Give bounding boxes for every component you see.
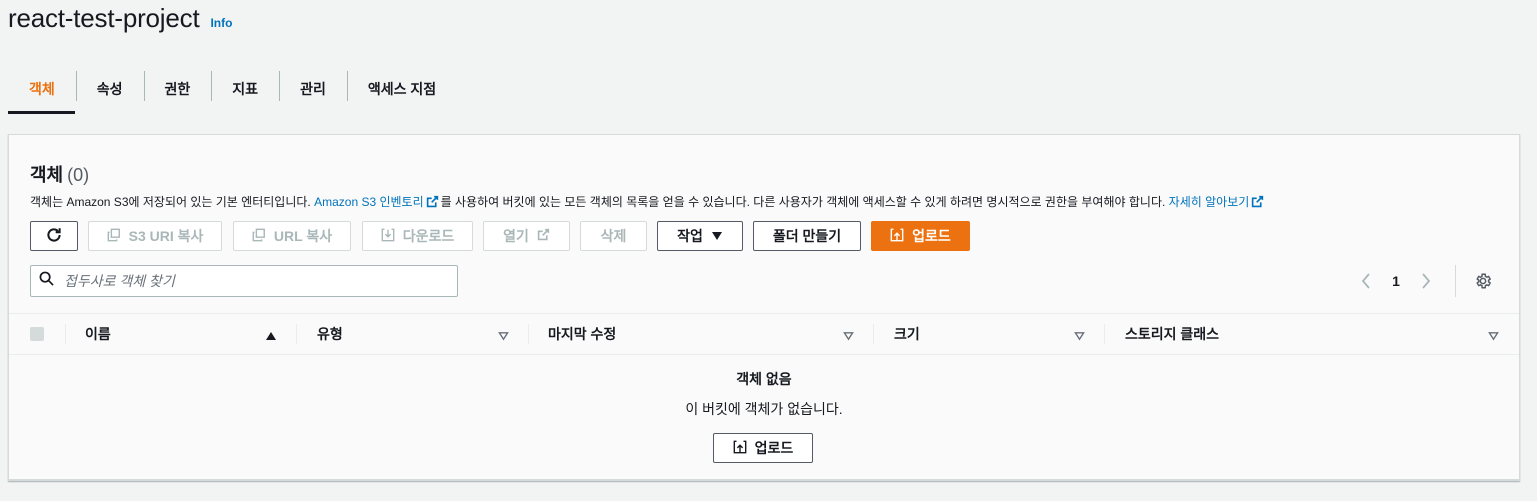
column-divider bbox=[296, 324, 297, 344]
upload-icon bbox=[733, 440, 747, 457]
column-divider bbox=[528, 324, 529, 344]
panel-title: 객체 (0) bbox=[30, 161, 89, 187]
tab-access-points[interactable]: 액세스 지점 bbox=[346, 64, 457, 114]
select-all-checkbox[interactable] bbox=[30, 327, 44, 341]
copy-icon bbox=[107, 228, 121, 245]
column-divider bbox=[1104, 324, 1105, 344]
column-header-type[interactable]: 유형 bbox=[317, 314, 343, 354]
sort-ascending-icon[interactable] bbox=[265, 328, 277, 346]
table-header: 이름 유형 마지막 수정 크기 스토리지 클래스 bbox=[9, 313, 1519, 355]
object-count: (0) bbox=[67, 165, 90, 185]
description-text-2: 를 사용하여 버킷에 있는 모든 객체의 목록을 얻을 수 있습니다. 다른 사… bbox=[440, 195, 1169, 209]
copy-icon bbox=[252, 228, 266, 245]
page-header: react-test-project Info bbox=[8, 0, 232, 36]
column-header-size[interactable]: 크기 bbox=[894, 314, 920, 354]
empty-state-description: 이 버킷에 객체가 없습니다. bbox=[685, 401, 843, 417]
tab-bar: 객체 속성 권한 지표 관리 액세스 지점 bbox=[8, 64, 457, 114]
delete-button[interactable]: 삭제 bbox=[580, 221, 647, 251]
tab-objects[interactable]: 객체 bbox=[8, 64, 76, 114]
column-header-last-modified[interactable]: 마지막 수정 bbox=[548, 314, 616, 354]
external-link-icon bbox=[1251, 195, 1264, 211]
download-label: 다운로드 bbox=[402, 228, 455, 244]
active-tab-indicator bbox=[8, 111, 75, 114]
column-divider bbox=[65, 324, 66, 344]
upload-label: 업로드 bbox=[912, 228, 951, 244]
tab-metrics[interactable]: 지표 bbox=[211, 64, 279, 114]
tab-management[interactable]: 관리 bbox=[279, 64, 347, 114]
empty-state-upload-button[interactable]: 업로드 bbox=[713, 433, 813, 463]
empty-state-upload-label: 업로드 bbox=[754, 440, 794, 456]
refresh-icon bbox=[45, 226, 63, 247]
sort-icon[interactable] bbox=[843, 328, 854, 346]
tab-permissions[interactable]: 권한 bbox=[143, 64, 212, 114]
next-page-button[interactable] bbox=[1411, 273, 1441, 289]
open-button[interactable]: 열기 bbox=[483, 221, 570, 251]
current-page[interactable]: 1 bbox=[1381, 273, 1411, 289]
inventory-link[interactable]: Amazon S3 인벤토리 bbox=[314, 195, 441, 209]
open-label: 열기 bbox=[503, 228, 529, 244]
copy-s3-uri-button[interactable]: S3 URI 복사 bbox=[88, 221, 222, 251]
delete-label: 삭제 bbox=[600, 228, 627, 244]
create-folder-button[interactable]: 폴더 만들기 bbox=[753, 221, 861, 251]
copy-url-label: URL 복사 bbox=[273, 228, 333, 244]
sort-icon[interactable] bbox=[498, 328, 509, 346]
sort-icon[interactable] bbox=[1488, 328, 1499, 346]
description-text-1: 객체는 Amazon S3에 저장되어 있는 기본 엔터티입니다. bbox=[30, 195, 315, 209]
empty-state-title: 객체 없음 bbox=[736, 371, 792, 387]
copy-url-button[interactable]: URL 복사 bbox=[233, 221, 351, 251]
refresh-button[interactable] bbox=[30, 221, 78, 251]
panel-description: 객체는 Amazon S3에 저장되어 있는 기본 엔터티입니다. Amazon… bbox=[30, 193, 1266, 211]
upload-button[interactable]: 업로드 bbox=[871, 221, 970, 251]
panel-title-text: 객체 bbox=[30, 165, 64, 185]
tab-properties[interactable]: 속성 bbox=[75, 64, 144, 114]
objects-panel: 객체 (0) 객체는 Amazon S3에 저장되어 있는 기본 엔터티입니다. … bbox=[8, 134, 1520, 481]
inventory-link-label: Amazon S3 인벤토리 bbox=[314, 195, 424, 209]
s3-bucket-page: react-test-project Info 객체 속성 권한 지표 관리 액… bbox=[0, 0, 1537, 501]
settings-gear-icon[interactable] bbox=[1468, 272, 1498, 290]
create-folder-label: 폴더 만들기 bbox=[772, 228, 842, 244]
pagination: 1 bbox=[1351, 263, 1498, 299]
info-link[interactable]: Info bbox=[210, 16, 232, 30]
search-box bbox=[30, 265, 458, 297]
search-input[interactable] bbox=[62, 272, 442, 290]
actions-label: 작업 bbox=[677, 228, 703, 244]
prev-page-button[interactable] bbox=[1351, 273, 1381, 289]
learn-more-link[interactable]: 자세히 알아보기 bbox=[1169, 195, 1267, 209]
pager-divider bbox=[1455, 265, 1456, 297]
download-icon bbox=[381, 228, 395, 245]
copy-s3-uri-label: S3 URI 복사 bbox=[128, 228, 204, 244]
sort-icon[interactable] bbox=[1074, 328, 1085, 346]
actions-dropdown[interactable]: 작업 bbox=[657, 221, 743, 251]
search-icon bbox=[39, 271, 54, 291]
upload-icon bbox=[890, 228, 904, 245]
external-link-icon bbox=[537, 228, 550, 244]
column-header-storage-class[interactable]: 스토리지 클래스 bbox=[1125, 314, 1219, 354]
learn-more-label: 자세히 알아보기 bbox=[1168, 195, 1250, 209]
column-header-name[interactable]: 이름 bbox=[85, 314, 111, 354]
caret-down-icon bbox=[711, 228, 723, 244]
download-button[interactable]: 다운로드 bbox=[362, 221, 473, 251]
external-link-icon bbox=[426, 195, 439, 211]
page-title: react-test-project bbox=[8, 3, 200, 33]
column-divider bbox=[873, 324, 874, 344]
